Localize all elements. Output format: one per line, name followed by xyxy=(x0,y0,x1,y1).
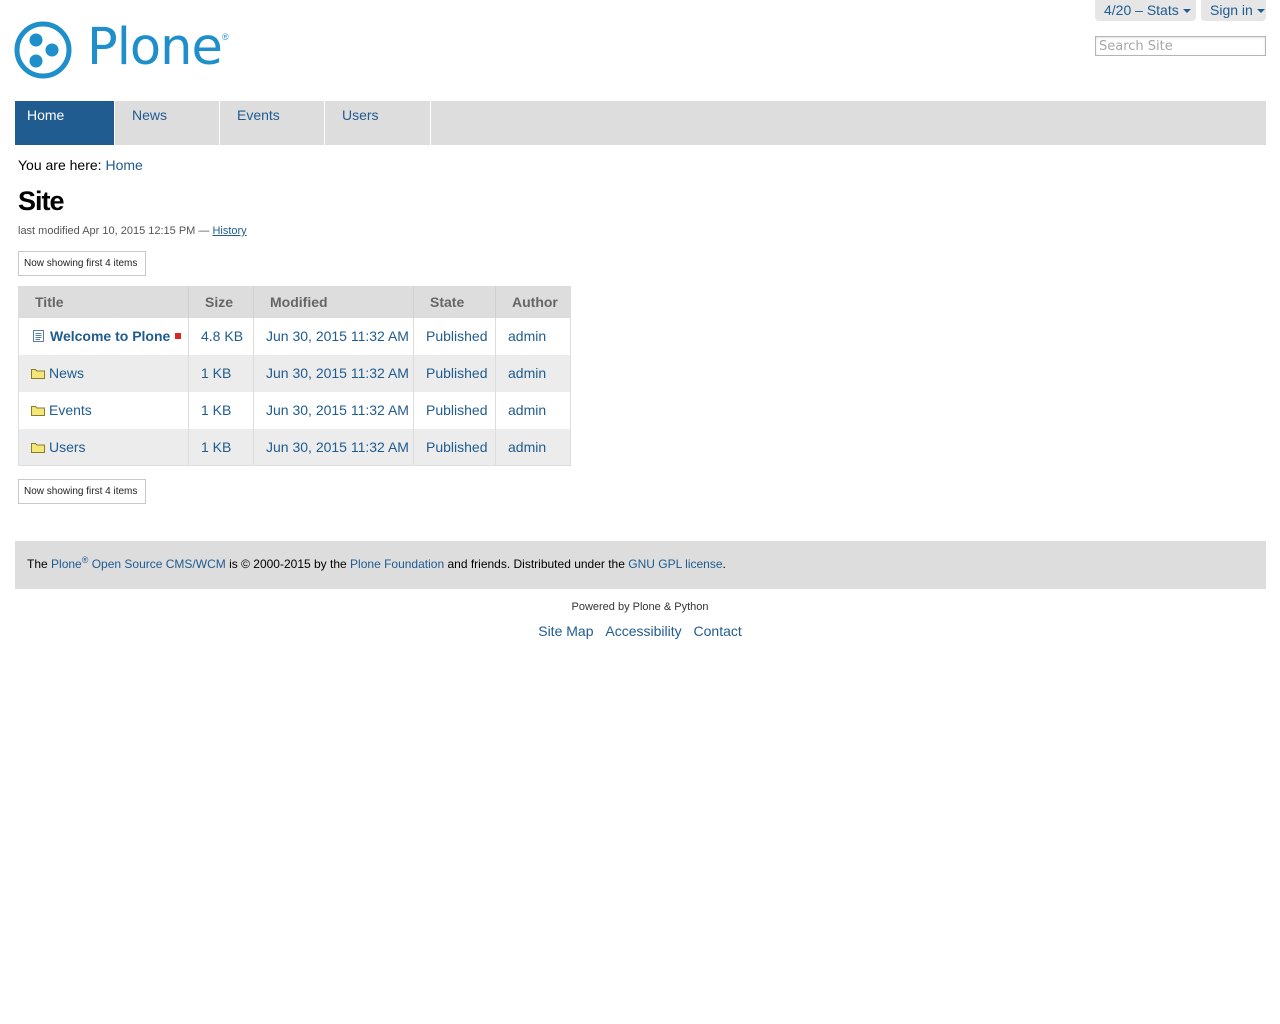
column-header-title[interactable]: Title xyxy=(18,286,189,318)
folder-listing-table: Title Size Modified State Author Welcome… xyxy=(18,286,571,466)
row-state-cell: Published xyxy=(413,428,496,466)
row-modified-cell: Jun 30, 2015 11:32 AM xyxy=(253,391,414,429)
folder-icon xyxy=(31,406,45,416)
column-header-modified[interactable]: Modified xyxy=(253,286,414,318)
row-state-cell: Published xyxy=(413,354,496,392)
chevron-down-icon xyxy=(1256,9,1265,14)
row-author-cell: admin xyxy=(495,317,571,355)
table-header-row: Title Size Modified State Author xyxy=(18,286,571,318)
page-title: Site xyxy=(18,186,65,216)
document-icon xyxy=(33,330,44,342)
lock-icon xyxy=(175,333,182,339)
logo-registered-mark: ® xyxy=(222,32,229,42)
stats-button[interactable]: 4/20 – Stats xyxy=(1095,0,1196,21)
row-size-cell: 1 KB xyxy=(188,428,254,466)
footer-the: The xyxy=(27,557,48,571)
logo-text: Plone xyxy=(87,18,223,77)
row-title-cell: Welcome to Plone xyxy=(18,317,189,355)
row-title-cell: Events xyxy=(18,391,189,429)
site-actions: Site Map Accessibility Contact xyxy=(0,623,1280,639)
showing-count-top: Now showing first 4 items xyxy=(18,251,146,276)
site-footer: The Plone® Open Source CMS/WCM is © 2000… xyxy=(15,541,1266,589)
row-modified-cell: Jun 30, 2015 11:32 AM xyxy=(253,428,414,466)
breadcrumb-home-link[interactable]: Home xyxy=(105,157,142,173)
row-title-cell: News xyxy=(18,354,189,392)
contact-link[interactable]: Contact xyxy=(694,623,742,639)
chevron-down-icon xyxy=(1182,9,1191,14)
search-input[interactable] xyxy=(1095,36,1266,56)
site-logo[interactable]: Plone ® xyxy=(14,18,234,79)
tab-users[interactable]: Users xyxy=(325,101,431,145)
footer-license-link[interactable]: GNU GPL license xyxy=(628,557,722,571)
site-map-link[interactable]: Site Map xyxy=(538,623,593,639)
footer-foundation-link[interactable]: Plone Foundation xyxy=(350,557,444,571)
tab-events[interactable]: Events xyxy=(220,101,325,145)
main-navigation: Home News Events Users xyxy=(15,101,1266,145)
table-row: Users 1 KB Jun 30, 2015 11:32 AM Publish… xyxy=(18,428,571,466)
item-title-link[interactable]: Users xyxy=(49,439,86,455)
item-title-link[interactable]: News xyxy=(49,365,84,381)
powered-by-text: Powered by Plone & Python xyxy=(571,601,709,613)
author-link[interactable]: admin xyxy=(508,328,546,344)
table-row: News 1 KB Jun 30, 2015 11:32 AM Publishe… xyxy=(18,354,571,392)
sign-in-label: Sign in xyxy=(1210,2,1253,18)
last-modified-text: last modified Apr 10, 2015 12:15 PM — xyxy=(18,225,210,237)
item-title-link[interactable]: Welcome to Plone xyxy=(50,328,170,344)
table-row: Events 1 KB Jun 30, 2015 11:32 AM Publis… xyxy=(18,391,571,429)
footer-period: . xyxy=(722,557,726,571)
footer-copyright: is © 2000-2015 by the xyxy=(229,557,347,571)
column-header-author[interactable]: Author xyxy=(495,286,571,318)
tab-home[interactable]: Home xyxy=(15,101,115,145)
column-header-state[interactable]: State xyxy=(413,286,496,318)
row-title-cell: Users xyxy=(18,428,189,466)
folder-icon xyxy=(31,442,45,453)
author-link[interactable]: admin xyxy=(508,439,546,455)
showing-count-bottom: Now showing first 4 items xyxy=(18,479,146,504)
sign-in-button[interactable]: Sign in xyxy=(1201,0,1266,21)
table-row: Welcome to Plone 4.8 KB Jun 30, 2015 11:… xyxy=(18,317,571,355)
tab-news[interactable]: News xyxy=(115,101,220,145)
footer-registered-mark: ® xyxy=(81,555,89,565)
document-byline: last modified Apr 10, 2015 12:15 PM — Hi… xyxy=(18,225,247,237)
accessibility-link[interactable]: Accessibility xyxy=(605,623,681,639)
folder-icon xyxy=(31,369,45,379)
footer-distributed: and friends. Distributed under the xyxy=(447,557,625,571)
item-title-link[interactable]: Events xyxy=(49,402,92,418)
footer-colophon: The Plone® Open Source CMS/WCM is © 2000… xyxy=(27,555,726,571)
author-link[interactable]: admin xyxy=(508,402,546,418)
history-link[interactable]: History xyxy=(212,225,246,237)
breadcrumb-prefix: You are here: xyxy=(18,157,102,173)
row-state-cell: Published xyxy=(413,317,496,355)
author-link[interactable]: admin xyxy=(508,365,546,381)
row-author-cell: admin xyxy=(495,391,571,429)
row-author-cell: admin xyxy=(495,428,571,466)
footer-plone-link-text: Plone xyxy=(51,557,82,571)
row-size-cell: 1 KB xyxy=(188,391,254,429)
row-modified-cell: Jun 30, 2015 11:32 AM xyxy=(253,354,414,392)
row-size-cell: 1 KB xyxy=(188,354,254,392)
column-header-size[interactable]: Size xyxy=(188,286,254,318)
row-author-cell: admin xyxy=(495,354,571,392)
footer-cms-link[interactable]: Open Source CMS/WCM xyxy=(92,557,226,571)
row-state-cell: Published xyxy=(413,391,496,429)
breadcrumb: You are here: Home xyxy=(18,157,143,173)
stats-label: 4/20 – Stats xyxy=(1104,2,1179,18)
footer-plone-link[interactable]: Plone® xyxy=(51,555,89,571)
plone-logo-icon xyxy=(14,21,72,79)
row-modified-cell: Jun 30, 2015 11:32 AM xyxy=(253,317,414,355)
row-size-cell: 4.8 KB xyxy=(188,317,254,355)
